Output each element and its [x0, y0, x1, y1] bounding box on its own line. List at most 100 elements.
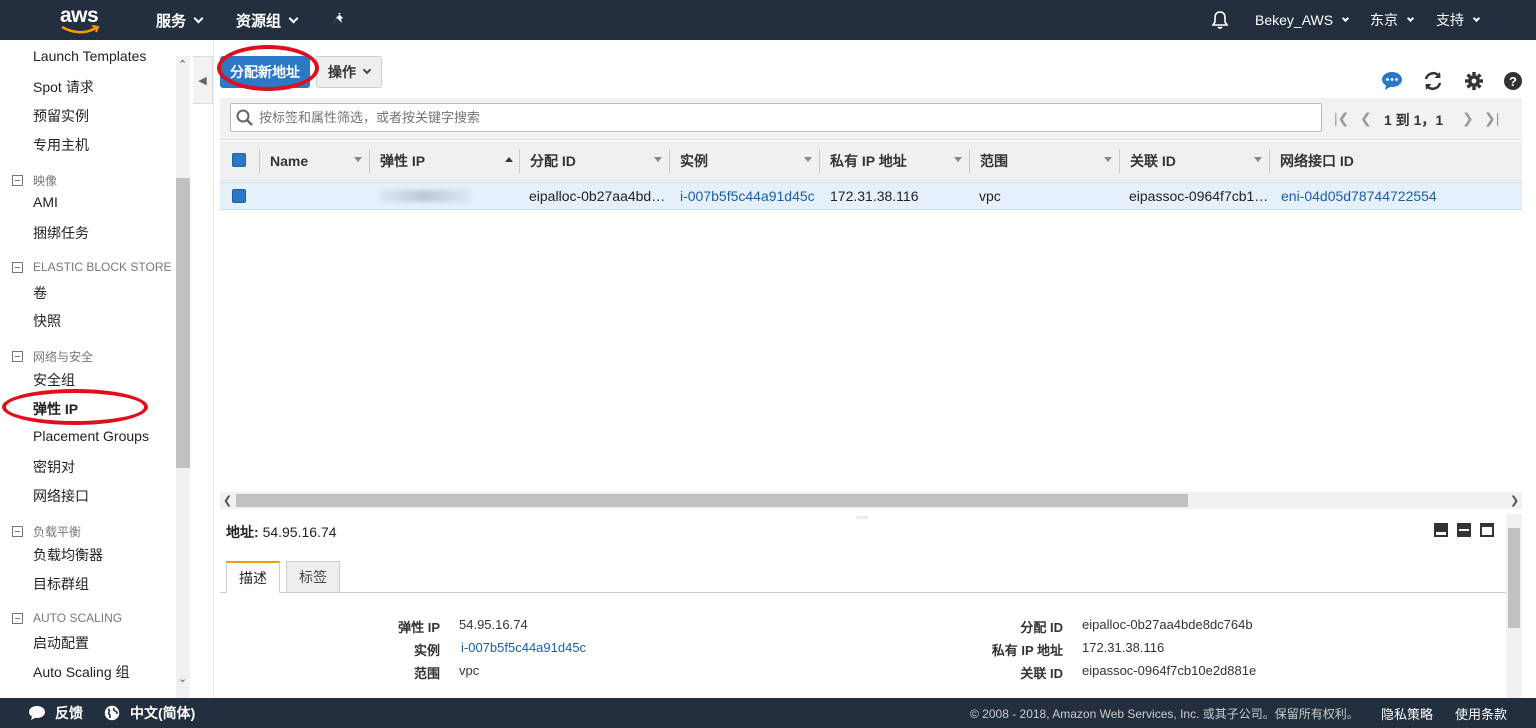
horizontal-scroll-thumb[interactable]	[236, 494, 1188, 507]
detail-value-instance-link[interactable]: i-007b5f5c44a91d45c	[461, 640, 586, 655]
tab-tags[interactable]: 标签	[286, 561, 340, 593]
sidebar-item-elastic-ips[interactable]: 弹性 IP	[33, 399, 78, 419]
scroll-up-icon[interactable]: ⌃	[178, 58, 187, 71]
sidebar-item-target-groups[interactable]: 目标群组	[33, 574, 89, 594]
tab-description[interactable]: 描述	[226, 561, 280, 593]
cell-private-ip: 172.31.38.116	[830, 188, 919, 204]
tabs-divider	[220, 592, 1506, 593]
sort-icon[interactable]	[804, 157, 812, 162]
chevron-down-icon	[288, 13, 299, 23]
actions-button[interactable]: 操作	[316, 56, 382, 88]
column-header-scope[interactable]: 范围	[980, 141, 1008, 181]
sidebar-item-snapshots[interactable]: 快照	[33, 311, 61, 331]
language-selector[interactable]: 中文(简体)	[104, 698, 195, 728]
sidebar-section-load-balancing[interactable]: 负载平衡	[12, 523, 81, 540]
sidebar-item-key-pairs[interactable]: 密钥对	[33, 457, 75, 477]
bell-icon[interactable]	[1211, 0, 1229, 40]
row-checkbox[interactable]	[232, 189, 246, 203]
pin-icon[interactable]	[332, 0, 348, 40]
column-header-allocation-id[interactable]: 分配 ID	[530, 141, 576, 181]
cell-eni-link[interactable]: eni-04d05d78744722554	[1281, 182, 1437, 210]
sidebar-item-spot-requests[interactable]: Spot 请求	[33, 77, 94, 97]
sort-icon[interactable]	[354, 157, 362, 162]
search-input[interactable]	[259, 110, 1321, 125]
layout-split-icon[interactable]	[1457, 523, 1471, 537]
sidebar-item-reserved-instances[interactable]: 预留实例	[33, 106, 89, 126]
sidebar-item-security-groups[interactable]: 安全组	[33, 370, 75, 390]
resize-handle[interactable]: ▫▫▫	[856, 512, 869, 522]
chevron-down-icon	[193, 13, 204, 23]
layout-top-icon[interactable]	[1480, 523, 1494, 537]
sidebar-section-auto-scaling[interactable]: AUTO SCALING	[12, 611, 122, 625]
column-header-private-ip[interactable]: 私有 IP 地址	[830, 141, 907, 181]
column-header-elastic-ip[interactable]: 弹性 IP	[380, 141, 425, 181]
sort-icon[interactable]	[654, 157, 662, 162]
scroll-left-icon[interactable]: ❮	[223, 494, 232, 507]
collapse-sidebar-button[interactable]: ◀	[193, 56, 213, 104]
column-separator	[1269, 149, 1270, 173]
select-all-checkbox[interactable]	[232, 153, 246, 167]
sidebar-item-dedicated-hosts[interactable]: 专用主机	[33, 135, 89, 155]
detail-label-allocation-id: 分配 ID	[1020, 620, 1063, 635]
next-page-icon[interactable]: ❯	[1462, 110, 1474, 127]
cell-instance-link[interactable]: i-007b5f5c44a91d45c	[680, 182, 815, 210]
refresh-icon[interactable]	[1422, 70, 1444, 92]
sort-ascending-icon[interactable]	[505, 157, 513, 162]
region-label: 东京	[1370, 12, 1398, 28]
column-header-network-interface-id[interactable]: 网络接口 ID	[1280, 141, 1354, 181]
scroll-right-icon[interactable]: ❯	[1510, 494, 1519, 507]
sidebar-item-load-balancers[interactable]: 负载均衡器	[33, 545, 103, 565]
cell-allocation-id: eipalloc-0b27aa4bd…	[529, 188, 666, 204]
column-header-name[interactable]: Name	[270, 141, 308, 181]
column-separator	[1119, 149, 1120, 173]
column-header-instance[interactable]: 实例	[680, 141, 708, 181]
layout-bottom-icon[interactable]	[1434, 523, 1448, 537]
sidebar-item-placement-groups[interactable]: Placement Groups	[33, 428, 149, 444]
privacy-link[interactable]: 隐私策略	[1381, 698, 1433, 728]
sidebar-section-label: 负载平衡	[33, 525, 82, 539]
aws-logo[interactable]: aws	[58, 4, 104, 36]
collapse-icon	[12, 612, 23, 624]
sidebar-item-launch-templates[interactable]: Launch Templates	[33, 48, 146, 64]
sidebar-item-bundle-tasks[interactable]: 捆绑任务	[33, 223, 89, 243]
feedback-button[interactable]: 反馈	[28, 698, 83, 728]
column-separator	[519, 149, 520, 173]
collapse-icon	[12, 261, 23, 273]
prev-page-icon[interactable]: ❮	[1360, 110, 1372, 127]
help-icon[interactable]: ?	[1502, 70, 1524, 92]
sidebar-item-auto-scaling-groups[interactable]: Auto Scaling 组	[33, 662, 130, 682]
detail-label-instance: 实例	[413, 643, 440, 658]
sidebar-item-ami[interactable]: AMI	[33, 194, 58, 210]
services-menu[interactable]: 服务	[156, 0, 204, 40]
scroll-down-icon[interactable]: ⌄	[178, 672, 187, 685]
gear-icon[interactable]	[1463, 70, 1485, 92]
last-page-icon[interactable]: ❯|	[1484, 110, 1499, 127]
sidebar-section-label: 网络与安全	[33, 350, 94, 364]
sidebar-section-network[interactable]: 网络与安全	[12, 348, 93, 365]
sidebar-item-volumes[interactable]: 卷	[33, 283, 47, 303]
details-scroll-thumb[interactable]	[1508, 528, 1520, 628]
sidebar-scroll-thumb[interactable]	[176, 178, 190, 468]
detail-label-association-id: 关联 ID	[1020, 666, 1063, 681]
feedback-label: 反馈	[55, 705, 83, 721]
account-menu[interactable]: Bekey_AWS	[1255, 0, 1350, 40]
sidebar-section-label: ELASTIC BLOCK STORE	[33, 260, 172, 274]
detail-label-private-ip: 私有 IP 地址	[991, 643, 1063, 658]
terms-link[interactable]: 使用条款	[1455, 698, 1507, 728]
resource-groups-menu[interactable]: 资源组	[236, 0, 299, 40]
detail-value-association-id: eipassoc-0964f7cb10e2d881e	[1082, 663, 1257, 678]
sort-icon[interactable]	[954, 157, 962, 162]
sidebar-item-launch-configurations[interactable]: 启动配置	[33, 633, 89, 653]
sort-icon[interactable]	[1254, 157, 1262, 162]
search-field[interactable]	[230, 103, 1322, 132]
chat-icon[interactable]	[1381, 70, 1403, 92]
sidebar-section-images[interactable]: 映像	[12, 172, 57, 189]
sidebar-section-ebs[interactable]: ELASTIC BLOCK STORE	[12, 260, 172, 274]
sort-icon[interactable]	[1104, 157, 1112, 162]
support-menu[interactable]: 支持	[1436, 0, 1481, 40]
first-page-icon[interactable]: |❮	[1334, 110, 1349, 127]
column-header-association-id[interactable]: 关联 ID	[1130, 141, 1176, 181]
allocate-new-address-button[interactable]: 分配新地址	[220, 56, 310, 88]
sidebar-item-network-interfaces[interactable]: 网络接口	[33, 486, 89, 506]
region-menu[interactable]: 东京	[1370, 0, 1415, 40]
